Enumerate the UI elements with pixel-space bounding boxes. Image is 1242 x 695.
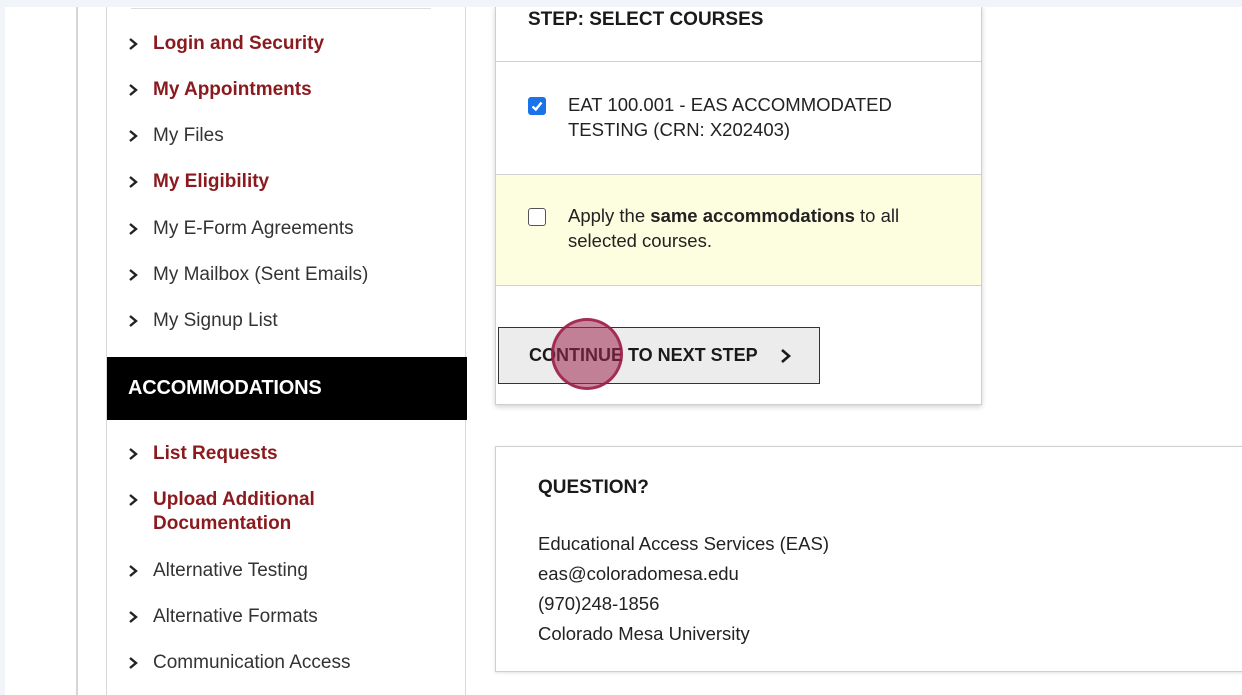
sidebar-item-label[interactable]: My Mailbox (Sent Emails) [153, 263, 368, 287]
chevron-right-icon [778, 348, 792, 364]
chevron-right-icon [127, 605, 153, 629]
sidebar-item-label[interactable]: Alternative Testing [153, 559, 308, 583]
sidebar-item-label[interactable]: Login and Security [153, 32, 324, 56]
contact-email[interactable]: eas@coloradomesa.edu [538, 562, 739, 586]
chevron-right-icon [127, 32, 153, 56]
course-checkbox[interactable] [528, 97, 546, 115]
same-accommodations-panel: Apply the same accommodations to all sel… [496, 175, 981, 285]
continue-button-label: CONTINUE TO NEXT STEP [529, 345, 758, 365]
sidebar-item-login-security[interactable]: Login and Security [127, 32, 447, 56]
chevron-right-icon [127, 488, 153, 512]
sidebar-item-my-mailbox[interactable]: My Mailbox (Sent Emails) [127, 263, 447, 287]
accommodations-header: ACCOMMODATIONS [107, 357, 467, 420]
sidebar: Login and Security My Appointments My Fi… [106, 7, 467, 695]
question-title: QUESTION? [538, 477, 649, 498]
sidebar-item-label[interactable]: My E-Form Agreements [153, 217, 354, 241]
sidebar-item-label[interactable]: My Signup List [153, 309, 278, 333]
sidebar-partial-item [131, 7, 431, 9]
sidebar-item-list-requests[interactable]: List Requests [127, 442, 447, 466]
sidebar-item-label[interactable]: Communication Access [153, 651, 350, 675]
sidebar-item-alternative-testing[interactable]: Alternative Testing [127, 559, 447, 583]
question-card: QUESTION? Educational Access Services (E… [495, 446, 1242, 672]
chevron-right-icon [127, 442, 153, 466]
divider [496, 285, 981, 286]
page-frame: Login and Security My Appointments My Fi… [5, 7, 1242, 695]
chevron-right-icon [127, 170, 153, 194]
sidebar-item-my-eligibility[interactable]: My Eligibility [127, 170, 447, 194]
sidebar-item-communication-access[interactable]: Communication Access [127, 651, 447, 675]
sidebar-item-label[interactable]: My Appointments [153, 78, 312, 102]
same-accommodations-label: Apply the same accommodations to all sel… [568, 203, 938, 253]
sidebar-item-alternative-formats[interactable]: Alternative Formats [127, 605, 447, 629]
continue-button[interactable]: CONTINUE TO NEXT STEP [498, 327, 820, 384]
chevron-right-icon [127, 309, 153, 333]
sidebar-item-my-files[interactable]: My Files [127, 124, 447, 148]
course-option[interactable]: EAT 100.001 - EAS ACCOMMODATED TESTING (… [528, 92, 913, 142]
checkmark-icon [531, 101, 543, 112]
same-accommodations-prefix: Apply the [568, 205, 651, 226]
sidebar-item-label[interactable]: My Eligibility [153, 170, 269, 194]
sidebar-item-upload-documentation[interactable]: Upload Additional Documentation [127, 488, 447, 536]
contact-phone: (970)248-1856 [538, 593, 660, 614]
select-courses-card: STEP: SELECT COURSES EAT 100.001 - EAS A… [495, 7, 982, 405]
contact-university: Colorado Mesa University [538, 623, 750, 644]
chevron-right-icon [127, 651, 153, 675]
sidebar-item-label[interactable]: List Requests [153, 442, 278, 466]
sidebar-item-label[interactable]: Alternative Formats [153, 605, 318, 629]
sidebar-item-label[interactable]: My Files [153, 124, 224, 148]
sidebar-item-my-appointments[interactable]: My Appointments [127, 78, 447, 102]
course-option-label: EAT 100.001 - EAS ACCOMMODATED TESTING (… [568, 94, 892, 140]
chevron-right-icon [127, 78, 153, 102]
same-accommodations-option[interactable]: Apply the same accommodations to all sel… [528, 203, 938, 253]
contact-office: Educational Access Services (EAS) [538, 533, 829, 554]
chevron-right-icon [127, 217, 153, 241]
page-divider [76, 7, 78, 695]
chevron-right-icon [127, 263, 153, 287]
divider [496, 61, 981, 62]
chevron-right-icon [127, 124, 153, 148]
step-title: STEP: SELECT COURSES [528, 9, 764, 30]
sidebar-item-signup-list[interactable]: My Signup List [127, 309, 447, 333]
sidebar-item-eform-agreements[interactable]: My E-Form Agreements [127, 217, 447, 241]
same-accommodations-bold: same accommodations [650, 205, 855, 226]
sidebar-item-label[interactable]: Upload Additional Documentation [153, 488, 353, 536]
same-accommodations-checkbox[interactable] [528, 208, 546, 226]
chevron-right-icon [127, 559, 153, 583]
